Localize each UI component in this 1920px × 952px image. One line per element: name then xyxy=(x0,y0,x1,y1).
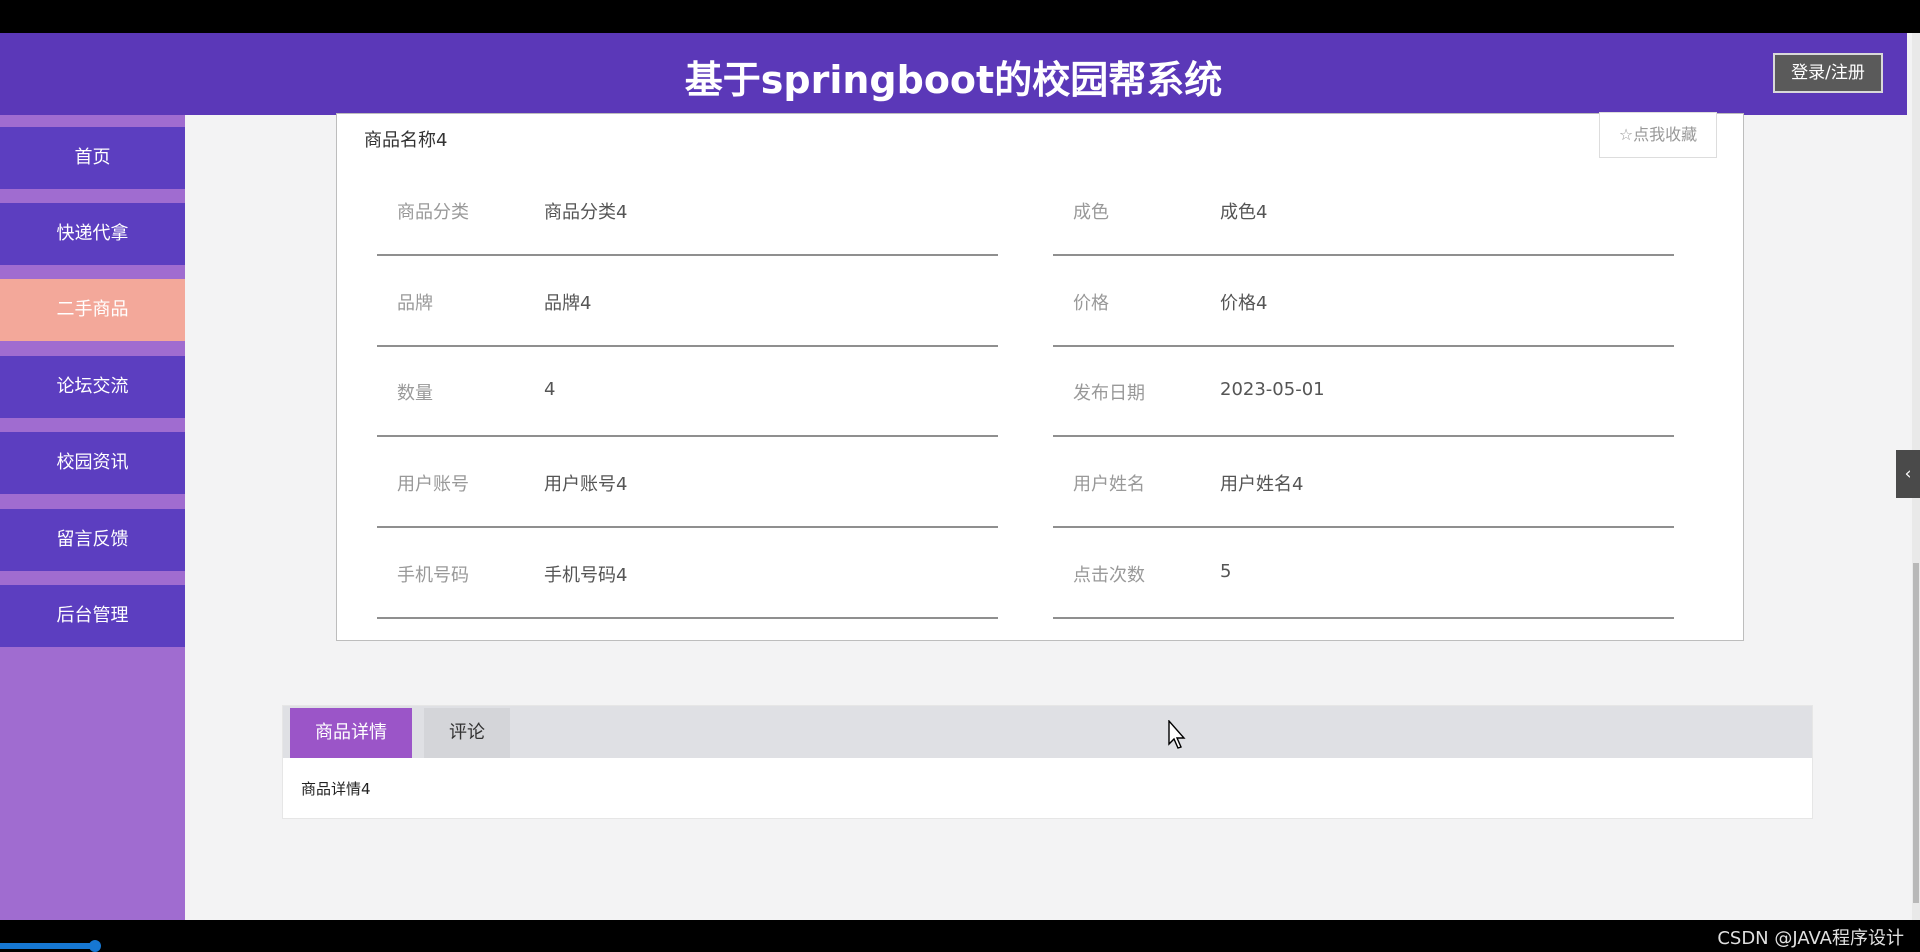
field-value: 品牌4 xyxy=(544,293,592,314)
field-label: 点击次数 xyxy=(1073,565,1145,586)
field-value: 用户姓名4 xyxy=(1220,474,1304,495)
sidebar-item-second-hand[interactable]: 二手商品 xyxy=(0,279,185,341)
tabs-bar: 商品详情 评论 xyxy=(283,706,1812,758)
field-value: 价格4 xyxy=(1220,293,1268,314)
field-label: 品牌 xyxy=(397,293,433,314)
sidebar-item-campus-news[interactable]: 校园资讯 xyxy=(0,432,185,494)
field-label: 价格 xyxy=(1073,293,1109,314)
detail-tabs-panel: 商品详情 评论 商品详情4 xyxy=(282,705,1813,819)
field-publish-date: 发布日期 2023-05-01 xyxy=(1053,345,1674,437)
field-label: 手机号码 xyxy=(397,565,469,586)
field-brand: 品牌 品牌4 xyxy=(377,255,998,347)
field-label: 用户账号 xyxy=(397,474,469,495)
sidebar-item-forum[interactable]: 论坛交流 xyxy=(0,356,185,418)
sidebar-item-home[interactable]: 首页 xyxy=(0,127,185,189)
favorite-button[interactable]: ☆点我收藏 xyxy=(1599,112,1717,158)
field-value: 成色4 xyxy=(1220,202,1268,223)
field-label: 成色 xyxy=(1073,202,1109,223)
field-label: 用户姓名 xyxy=(1073,474,1145,495)
video-bottom-bar: CSDN @JAVA程序设计 xyxy=(0,920,1920,952)
field-label: 商品分类 xyxy=(397,202,469,223)
sidebar-item-delivery[interactable]: 快递代拿 xyxy=(0,203,185,265)
field-label: 发布日期 xyxy=(1073,383,1145,404)
browser-viewport: 基于springboot的校园帮系统 登录/注册 首页 快递代拿 二手商品 论坛… xyxy=(0,33,1912,920)
site-title: 基于springboot的校园帮系统 xyxy=(684,58,1223,102)
progress-handle[interactable] xyxy=(89,940,101,952)
chevron-left-icon[interactable]: ‹ xyxy=(1896,450,1920,498)
field-condition: 成色 成色4 xyxy=(1053,164,1674,256)
field-category: 商品分类 商品分类4 xyxy=(377,164,998,256)
field-user-name: 用户姓名 用户姓名4 xyxy=(1053,436,1674,528)
tab-content-text: 商品详情4 xyxy=(301,780,371,798)
field-quantity: 数量 4 xyxy=(377,345,998,437)
sidebar-item-feedback[interactable]: 留言反馈 xyxy=(0,509,185,571)
progress-line[interactable] xyxy=(0,943,98,949)
field-value: 5 xyxy=(1220,561,1232,582)
field-user-account: 用户账号 用户账号4 xyxy=(377,436,998,528)
field-value: 用户账号4 xyxy=(544,474,628,495)
field-value: 手机号码4 xyxy=(544,565,628,586)
field-click-count: 点击次数 5 xyxy=(1053,527,1674,619)
tab-product-details[interactable]: 商品详情 xyxy=(290,708,412,758)
field-label: 数量 xyxy=(397,383,433,404)
watermark-text: CSDN @JAVA程序设计 xyxy=(1717,928,1904,949)
product-detail-card: 商品名称4 ☆点我收藏 商品分类 商品分类4 成色 成色4 品牌 品牌4 价格 … xyxy=(336,112,1744,641)
field-price: 价格 价格4 xyxy=(1053,255,1674,347)
sidebar-nav: 首页 快递代拿 二手商品 论坛交流 校园资讯 留言反馈 后台管理 xyxy=(0,115,185,920)
tab-comments[interactable]: 评论 xyxy=(424,708,510,758)
product-name: 商品名称4 xyxy=(364,130,448,151)
field-phone: 手机号码 手机号码4 xyxy=(377,527,998,619)
scrollbar-thumb[interactable] xyxy=(1913,563,1919,903)
field-value: 2023-05-01 xyxy=(1220,379,1325,400)
field-value: 4 xyxy=(544,379,556,400)
site-header: 基于springboot的校园帮系统 登录/注册 xyxy=(0,33,1907,115)
login-register-button[interactable]: 登录/注册 xyxy=(1773,53,1883,93)
mouse-pointer-icon xyxy=(1168,720,1186,749)
field-value: 商品分类4 xyxy=(544,202,628,223)
sidebar-item-admin[interactable]: 后台管理 xyxy=(0,585,185,647)
